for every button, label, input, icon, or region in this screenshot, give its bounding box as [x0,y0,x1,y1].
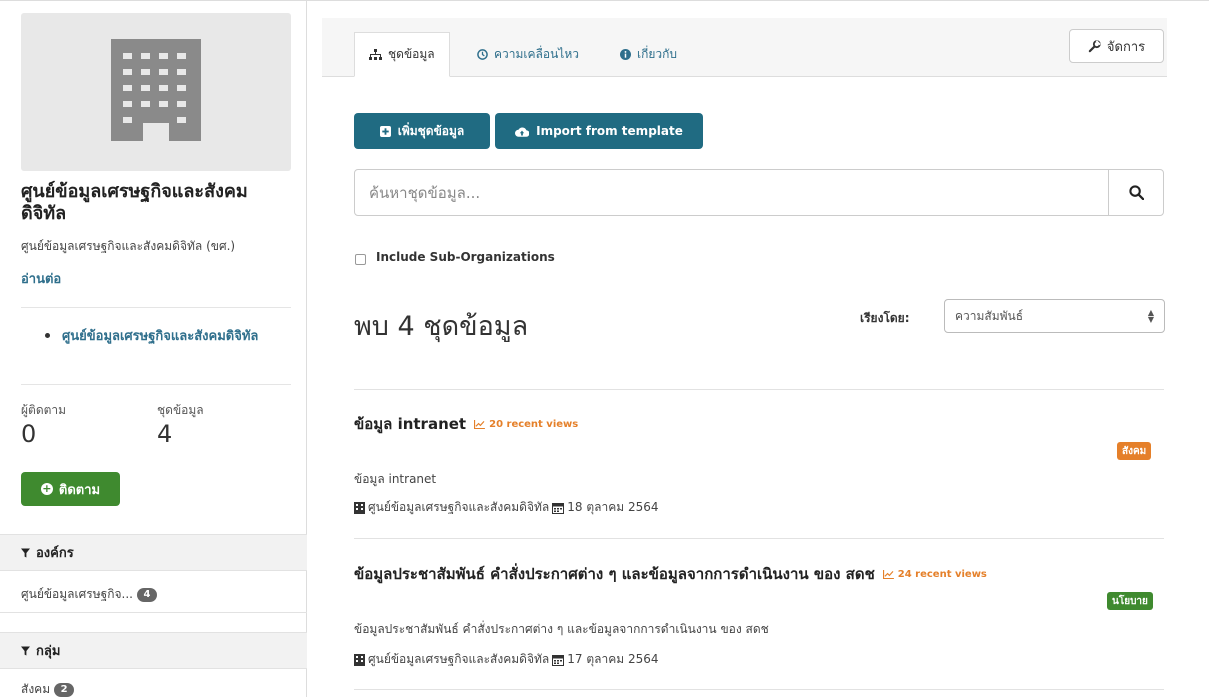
tab-label: เกี่ยวกับ [637,47,678,61]
building-icon [354,501,365,514]
dataset-org: ศูนย์ข้อมูลเศรษฐกิจและสังคมดิจิทัล [368,500,550,514]
recent-views: 24 recent views [882,568,987,580]
include-sub-orgs-label: Include Sub-Organizations [376,250,555,264]
dataset-meta: ศูนย์ข้อมูลเศรษฐกิจและสังคมดิจิทัล 17 ตุ… [354,650,659,669]
datasets-label: ชุดข้อมูล [157,403,204,417]
org-tree-link[interactable]: ศูนย์ข้อมูลเศรษฐกิจและสังคมดิจิทัล [62,327,282,347]
clock-icon [477,49,488,60]
search-box [354,169,1164,216]
filter-icon [21,646,30,655]
plus-circle-icon: + [40,482,53,495]
tree-bullet [45,333,50,338]
dataset-date: 18 ตุลาคม 2564 [567,500,659,514]
select-arrows-icon: ▲ ▼ [1147,308,1154,324]
dataset-meta: ศูนย์ข้อมูลเศรษฐกิจและสังคมดิจิทัล 18 ตุ… [354,498,659,517]
info-icon [620,49,631,60]
facet-count-badge: 4 [136,587,157,602]
calendar-icon [552,654,565,666]
organization-image [21,13,291,171]
search-button[interactable] [1108,170,1163,215]
dataset-title-link[interactable]: ข้อมูลประชาสัมพันธ์ คำสั่งประกาศต่าง ๆ แ… [354,562,875,586]
dataset-notes: ข้อมูลประชาสัมพันธ์ คำสั่งประกาศต่าง ๆ แ… [354,622,769,636]
datasets-count: 4 [157,420,173,448]
sort-select[interactable]: ความสัมพันธ์ ▲ ▼ [944,299,1165,333]
plus-square-icon [379,125,391,137]
tab-label: ชุดข้อมูล [388,47,435,61]
add-dataset-label: เพิ่มชุดข้อมูล [397,123,465,138]
cloud-upload-icon [515,126,530,137]
dataset-item: ข้อมูล intranet 20 recent views [354,412,578,436]
wrench-icon [1088,39,1101,52]
content-header: ชุดข้อมูล ความเคลื่อนไหว เกี่ยวกับ จัดกา… [322,18,1167,77]
facet-item-label: ศูนย์ข้อมูลเศรษฐกิจ... [21,587,133,601]
facet-header-organization: องค์กร [0,534,307,571]
sitemap-icon [369,49,382,60]
search-input[interactable] [355,170,1110,215]
followers-count: 0 [21,420,37,448]
facet-header-group: กลุ่ม [0,632,307,669]
facet-title: กลุ่ม [36,644,61,659]
divider [354,389,1164,390]
filter-icon [21,548,30,557]
followers-label: ผู้ติดตาม [21,403,67,417]
read-more-link[interactable]: อ่านต่อ [21,268,61,289]
divider [21,384,291,385]
dataset-item: ข้อมูลประชาสัมพันธ์ คำสั่งประกาศต่าง ๆ แ… [354,562,987,586]
tab-label: ความเคลื่อนไหว [494,47,579,61]
import-template-button[interactable]: Import from template [495,113,703,149]
divider [354,538,1164,539]
tab-datasets[interactable]: ชุดข้อมูล [354,32,450,77]
tab-about[interactable]: เกี่ยวกับ [620,32,677,77]
dataset-date: 17 ตุลาคม 2564 [567,652,659,666]
facet-title: องค์กร [36,546,74,561]
facet-count-badge: 2 [54,682,75,697]
line-chart-icon [474,419,486,429]
dataset-title-link[interactable]: ข้อมูล intranet [354,412,466,436]
sort-selected-value: ความสัมพันธ์ [955,308,1024,323]
search-icon [1128,185,1144,200]
organization-description: ศูนย์ข้อมูลเศรษฐกิจและสังคมดิจิทัล (ขศ.) [21,239,236,253]
follow-button[interactable]: + ติดตาม [21,472,120,506]
recent-views: 20 recent views [474,419,578,430]
import-template-label: Import from template [536,124,683,138]
divider [21,307,291,308]
dataset-tag[interactable]: นโยบาย [1107,592,1153,610]
line-chart-icon [882,569,894,579]
sidebar: ศูนย์ข้อมูลเศรษฐกิจและสังคมดิจิทัล ศูนย์… [0,0,307,697]
add-dataset-button[interactable]: เพิ่มชุดข้อมูล [354,113,490,149]
results-count-title: พบ 4 ชุดข้อมูล [354,311,529,342]
tab-activity[interactable]: ความเคลื่อนไหว [477,32,579,77]
dataset-tag[interactable]: สังคม [1117,442,1152,460]
include-sub-orgs-checkbox[interactable] [355,254,366,265]
dataset-org: ศูนย์ข้อมูลเศรษฐกิจและสังคมดิจิทัล [368,652,550,666]
follow-button-label: ติดตาม [58,482,101,498]
facet-item-label: สังคม [21,682,51,696]
divider [354,689,1164,690]
manage-button[interactable]: จัดการ [1069,29,1164,63]
facet-item-organization[interactable]: ศูนย์ข้อมูลเศรษฐกิจ... 4 [21,585,157,604]
manage-button-label: จัดการ [1106,39,1146,55]
dataset-notes: ข้อมูล intranet [354,472,437,486]
building-icon [354,653,365,666]
sort-label: เรียงโดย: [860,311,910,325]
facet-item-group[interactable]: สังคม 2 [21,680,75,697]
building-icon [111,39,201,141]
organization-title: ศูนย์ข้อมูลเศรษฐกิจและสังคมดิจิทัล [21,181,248,224]
divider [0,612,307,613]
calendar-icon [552,502,565,514]
recent-views-label: 24 recent views [897,568,987,580]
recent-views-label: 20 recent views [489,418,579,430]
